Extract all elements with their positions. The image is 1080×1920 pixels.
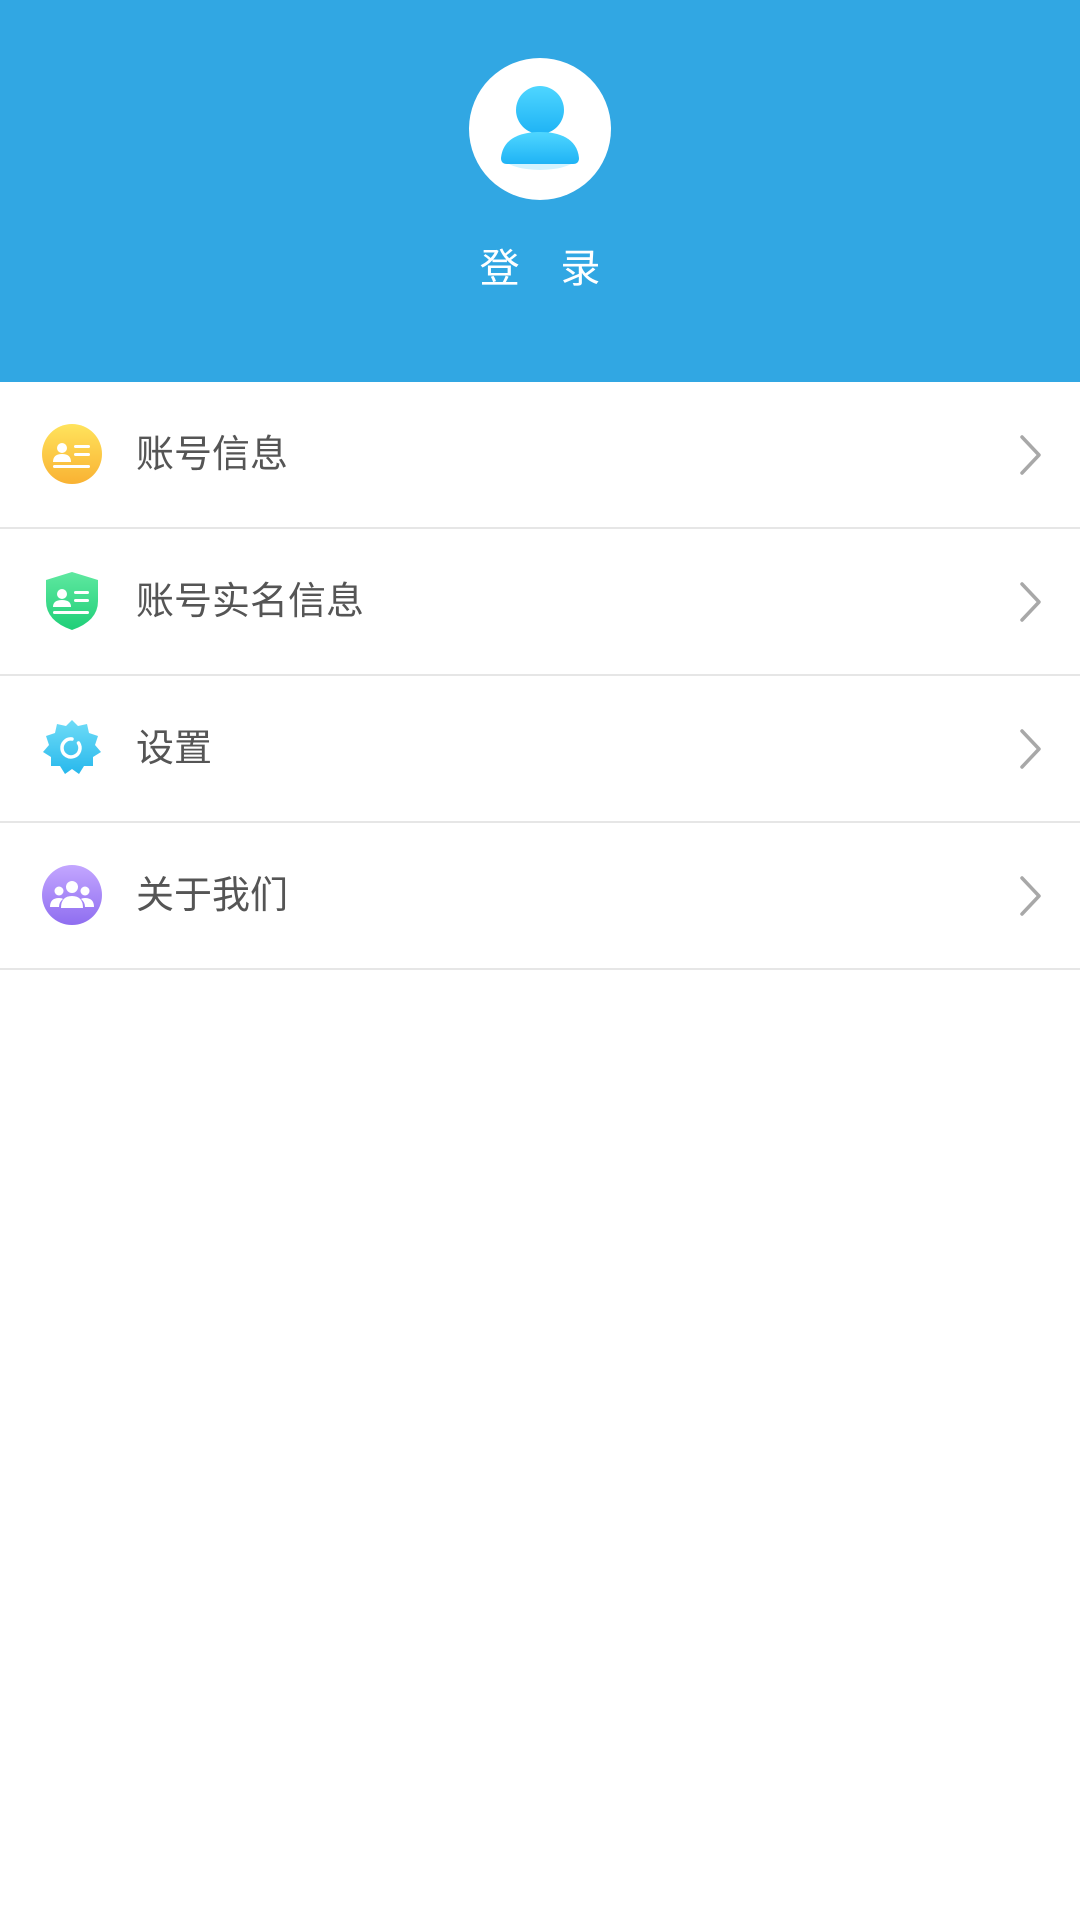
account-card-icon: [42, 424, 102, 484]
login-button[interactable]: 登 录: [0, 236, 1080, 294]
menu-item-label: 账号信息: [136, 432, 289, 476]
chevron-right-icon: [1020, 435, 1041, 475]
profile-header: 登 录: [0, 0, 1080, 382]
menu-item-about-us[interactable]: 关于我们: [0, 823, 1080, 970]
menu-item-realname-info[interactable]: 账号实名信息: [0, 529, 1080, 676]
menu-item-account-info[interactable]: 账号信息: [0, 382, 1080, 529]
avatar[interactable]: [469, 58, 611, 200]
chevron-right-icon: [1020, 876, 1041, 916]
gear-icon: [43, 720, 101, 774]
menu-item-settings[interactable]: 设置: [0, 676, 1080, 823]
menu-list: 账号信息 账号实名信息 设置 关于我们: [0, 382, 1080, 970]
chevron-right-icon: [1020, 729, 1041, 769]
group-icon: [42, 865, 102, 925]
menu-item-label: 关于我们: [136, 873, 289, 917]
shield-id-icon: [46, 572, 98, 630]
menu-item-label: 设置: [136, 726, 213, 770]
user-avatar-icon: [501, 86, 579, 170]
chevron-right-icon: [1020, 582, 1041, 622]
menu-item-label: 账号实名信息: [136, 579, 365, 623]
